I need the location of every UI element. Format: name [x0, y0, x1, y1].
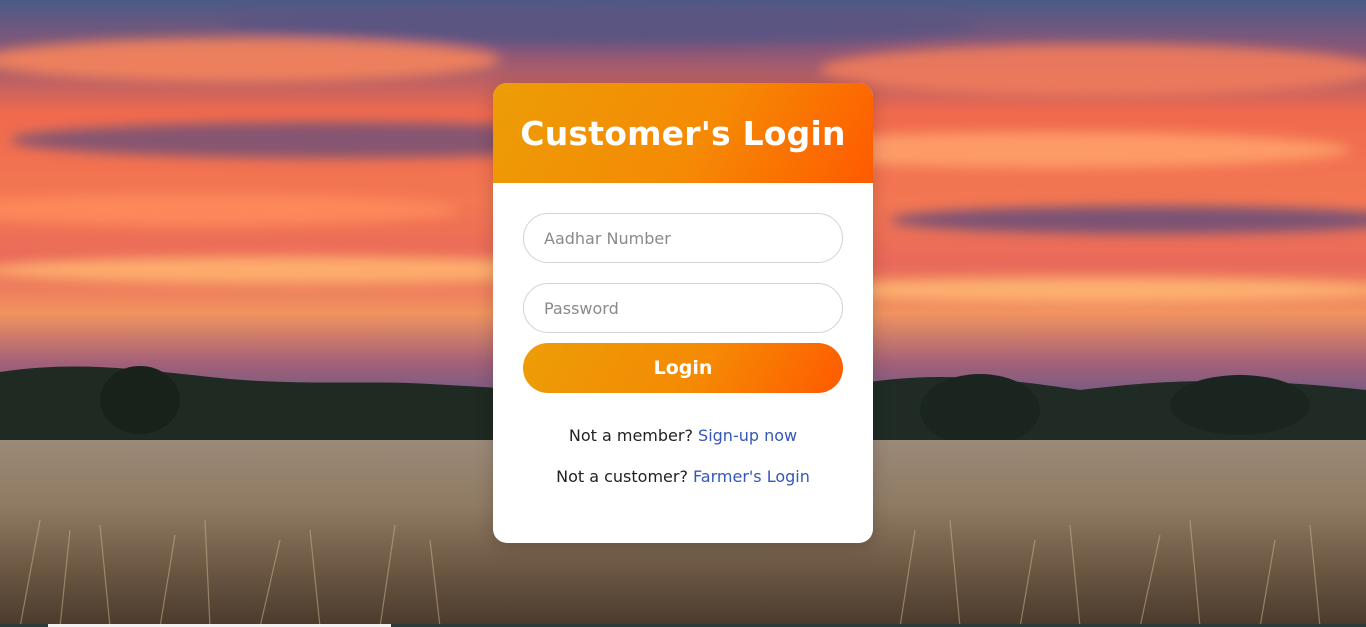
login-card: Customer's Login Login Not a member? Sig… [493, 83, 873, 543]
login-title: Customer's Login [520, 113, 846, 153]
aadhar-number-input[interactable] [523, 213, 843, 263]
signup-prompt-text: Not a member? [568, 426, 693, 445]
login-form: Login Not a member? Sign-up now Not a cu… [493, 183, 873, 486]
login-button[interactable]: Login [523, 343, 843, 393]
farmer-login-prompt: Not a customer? Farmer's Login [523, 467, 843, 486]
farmer-login-prompt-text: Not a customer? [556, 467, 688, 486]
signup-prompt: Not a member? Sign-up now [523, 426, 843, 445]
login-card-header: Customer's Login [493, 83, 873, 183]
farmer-login-link[interactable]: Farmer's Login [693, 467, 810, 486]
signup-link[interactable]: Sign-up now [698, 426, 797, 445]
password-input[interactable] [523, 283, 843, 333]
